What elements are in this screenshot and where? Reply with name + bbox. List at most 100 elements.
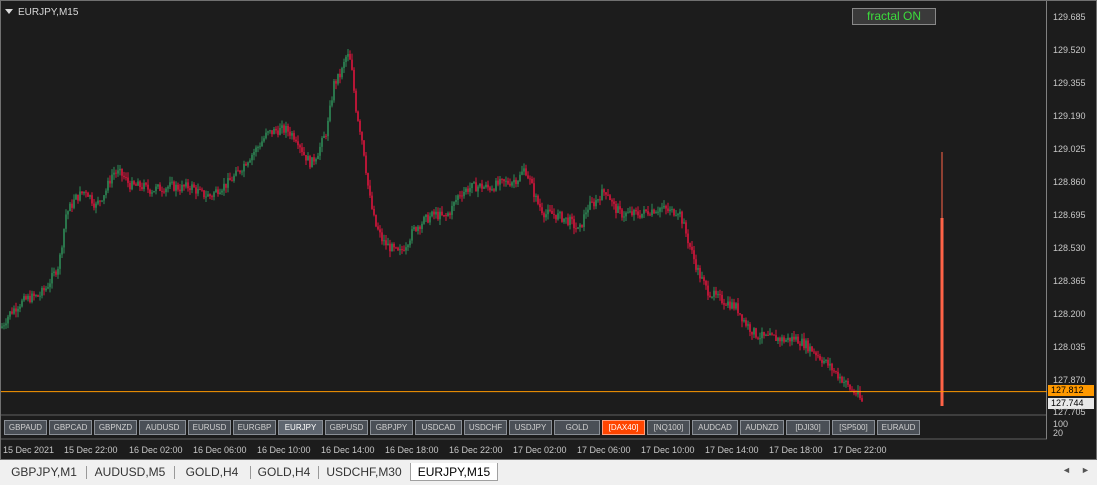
symbol-button-eurjpy[interactable]: EURJPY [278,420,323,435]
candle-body [767,334,769,336]
candle-body [283,125,285,133]
candle-body [465,188,467,192]
candle-body [305,155,307,161]
time-axis[interactable]: 15 Dec 2021 15 Dec 22:00 16 Dec 02:00 16… [1,440,1047,460]
tab-gbpjpy-m1[interactable]: GBPJPY,M1 [6,463,82,481]
candle-body [191,184,193,190]
candle-body [67,211,69,215]
candle-body [517,180,519,185]
symbol-button-gbpusd[interactable]: GBPUSD [325,420,368,435]
candle-body [115,172,117,174]
time-tick: 16 Dec 18:00 [385,445,439,455]
time-tick: 16 Dec 02:00 [129,445,183,455]
candle-body [27,295,29,300]
candle-body [319,146,321,156]
candle-body [349,53,351,60]
candlestick-chart[interactable] [1,1,1047,461]
candle-body [13,308,15,314]
tab-eurjpy-m15[interactable]: EURJPY,M15 [410,463,498,481]
candle-body [227,178,229,188]
candle-body [381,232,383,242]
candle-body [533,183,535,197]
candle-body [183,184,185,187]
symbol-button-gbpjpy[interactable]: GBPJPY [370,420,413,435]
candle-body [795,336,797,340]
symbol-button-euraud[interactable]: EURAUD [877,420,920,435]
candle-body [365,155,367,174]
candle-body [565,217,567,219]
candle-body [509,183,511,186]
symbol-button-dax40[interactable]: [DAX40] [602,420,645,435]
candle-body [359,120,361,132]
candle-body [429,216,431,223]
candle-body [425,214,427,218]
candle-body [715,290,717,295]
price-tick: 128.860 [1053,177,1086,187]
symbol-button-audcad[interactable]: AUDCAD [692,420,738,435]
symbol-button-dji30[interactable]: [DJI30] [786,420,830,435]
candle-body [843,382,845,384]
candle-body [391,243,393,252]
chart-title: EURJPY,M15 [5,7,78,18]
candle-body [491,189,493,191]
candle-body [703,277,705,281]
time-tick: 16 Dec 22:00 [449,445,503,455]
candle-body [85,191,87,193]
symbol-button-eurgbp[interactable]: EURGBP [233,420,276,435]
chart-window[interactable]: EURJPY,M15 fractal ON 129.685 129.520 12… [0,0,1097,460]
symbol-button-audusd[interactable]: AUDUSD [139,420,186,435]
candle-body [589,201,591,210]
candle-body [651,209,653,216]
tab-separator [250,466,251,479]
candle-body [613,201,615,204]
candle-body [847,380,849,385]
candle-body [445,215,447,217]
candle-body [289,131,291,136]
symbol-button-gold[interactable]: GOLD [554,420,600,435]
candle-body [663,205,665,208]
candle-body [669,209,671,212]
candle-body [211,196,213,198]
candle-body [647,211,649,215]
symbol-button-gbpcad[interactable]: GBPCAD [49,420,92,435]
candle-body [695,259,697,270]
candle-body [151,192,153,194]
tab-usdchf-m30[interactable]: USDCHF,M30 [322,463,406,481]
symbol-button-gbpnzd[interactable]: GBPNZD [94,420,137,435]
candle-body [739,313,741,315]
symbol-button-eurusd[interactable]: EURUSD [188,420,231,435]
symbol-button-nq100[interactable]: [NQ100] [647,420,690,435]
candle-body [363,140,365,156]
price-axis[interactable]: 129.685 129.520 129.355 129.190 129.025 … [1047,1,1097,461]
symbol-button-usdcad[interactable]: USDCAD [415,420,462,435]
candle-body [779,337,781,342]
candle-body [317,155,319,160]
symbol-button-audnzd[interactable]: AUDNZD [740,420,784,435]
candle-body [765,334,767,336]
tab-gold-h4-2[interactable]: GOLD,H4 [254,463,314,481]
candle-body [41,288,43,296]
tab-scroll-left-icon[interactable]: ◄ [1062,465,1071,475]
symbol-button-gbpaud[interactable]: GBPAUD [4,420,47,435]
candle-body [837,371,839,379]
time-tick: 15 Dec 22:00 [64,445,118,455]
candle-body [583,214,585,227]
candle-body [275,128,277,131]
fractal-toggle-button[interactable]: fractal ON [852,8,936,25]
symbol-button-sp500[interactable]: [SP500] [832,420,875,435]
symbol-button-usdchf[interactable]: USDCHF [464,420,507,435]
candle-body [585,212,587,215]
chart-menu-triangle-icon[interactable] [5,9,13,14]
candle-body [627,212,629,214]
symbol-button-usdjpy[interactable]: USDJPY [509,420,552,435]
tab-scroll-right-icon[interactable]: ► [1081,465,1090,475]
tab-audusd-m5[interactable]: AUDUSD,M5 [90,463,170,481]
candle-body [625,212,627,217]
candle-body [65,214,67,229]
tab-gold-h4[interactable]: GOLD,H4 [178,463,246,481]
candle-body [77,194,79,201]
candle-body [277,130,279,135]
candle-body [791,336,793,342]
candle-body [773,334,775,336]
candle-body [169,182,171,187]
